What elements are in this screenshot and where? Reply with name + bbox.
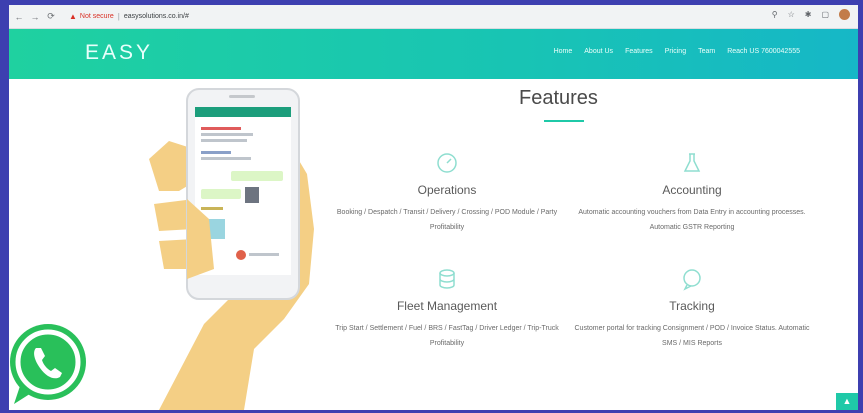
feature-description: Customer portal for tracking Consignment… xyxy=(574,325,810,347)
site-header: EASY Home About Us Features Pricing Team… xyxy=(9,29,858,79)
nav-home[interactable]: Home xyxy=(554,48,573,55)
site-logo[interactable]: EASY xyxy=(85,41,153,65)
feature-name: Operations xyxy=(417,183,477,197)
warning-icon: ▲ xyxy=(69,12,77,21)
feature-description: Automatic accounting vouchers from Data … xyxy=(578,209,806,231)
profile-avatar[interactable] xyxy=(839,9,850,20)
back-icon[interactable]: ← xyxy=(13,12,25,22)
nav-pricing[interactable]: Pricing xyxy=(665,48,686,55)
nav-about[interactable]: About Us xyxy=(584,48,613,55)
feature-operations: Operations Booking / Despatch / Transit … xyxy=(327,151,567,235)
browser-actions: ⚲ ☆ ✱ ▢ xyxy=(772,9,850,20)
database-icon xyxy=(439,269,455,289)
browser-frame: ← → ⟳ ▲ Not secure | easysolutions.co.in… xyxy=(9,5,858,410)
whatsapp-icon[interactable] xyxy=(0,318,90,408)
flask-icon xyxy=(683,153,701,172)
url-text: easysolutions.co.in/# xyxy=(123,13,189,20)
nav-features[interactable]: Features xyxy=(625,48,653,55)
tabs-icon[interactable]: ▢ xyxy=(821,10,829,19)
feature-fleet-management: Fleet Management Trip Start / Settlement… xyxy=(327,267,567,351)
feature-accounting: Accounting Automatic accounting vouchers… xyxy=(572,151,812,235)
feature-name: Tracking xyxy=(669,299,715,313)
feature-name: Fleet Management xyxy=(396,299,498,313)
forward-icon[interactable]: → xyxy=(29,12,41,22)
star-icon[interactable]: ☆ xyxy=(788,10,795,19)
browser-toolbar: ← → ⟳ ▲ Not secure | easysolutions.co.in… xyxy=(9,5,858,29)
main-nav: Home About Us Features Pricing Team Reac… xyxy=(554,48,800,55)
nav-team[interactable]: Team xyxy=(698,48,715,55)
title-underline xyxy=(544,120,584,122)
gauge-icon xyxy=(437,153,457,173)
address-separator: | xyxy=(117,12,120,21)
nav-reach-us[interactable]: Reach US 7600042555 xyxy=(727,48,800,55)
not-secure-label: Not secure xyxy=(79,13,114,20)
reload-icon[interactable]: ⟳ xyxy=(45,11,57,22)
feature-name: Accounting xyxy=(662,183,722,197)
features-title: Features xyxy=(519,87,598,109)
chat-icon xyxy=(683,269,701,291)
back-to-top-button[interactable]: ▲ xyxy=(836,393,858,410)
feature-tracking: Tracking Customer portal for tracking Co… xyxy=(572,267,812,351)
address-bar[interactable]: ▲ Not secure | easysolutions.co.in/# xyxy=(63,9,195,25)
extension-icon[interactable]: ✱ xyxy=(805,10,812,19)
feature-description: Trip Start / Settlement / Fuel / BRS / F… xyxy=(335,325,559,347)
zoom-icon[interactable]: ⚲ xyxy=(772,10,778,19)
feature-description: Booking / Despatch / Transit / Delivery … xyxy=(336,209,558,231)
